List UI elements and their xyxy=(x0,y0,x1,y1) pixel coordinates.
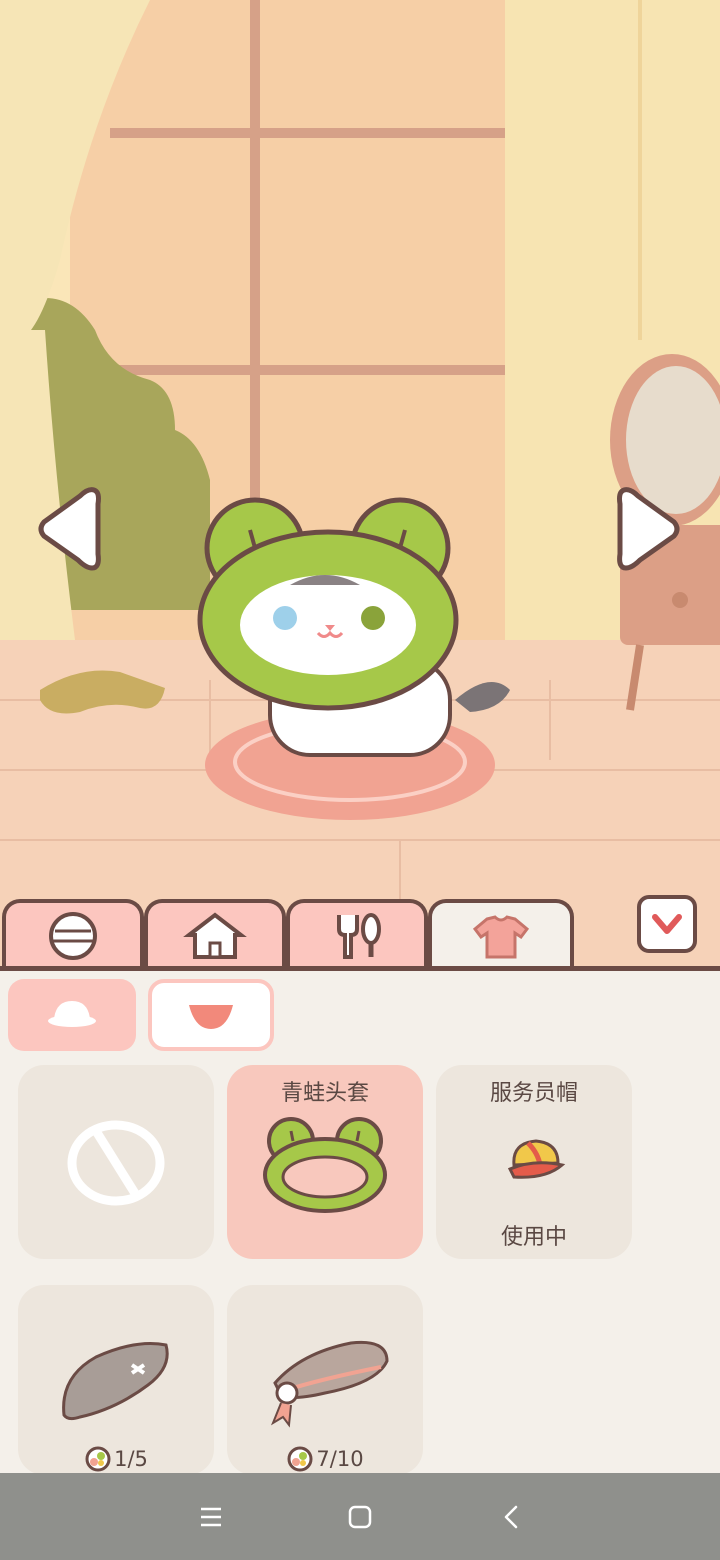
beret-icon xyxy=(62,1342,169,1421)
home-square-icon[interactable] xyxy=(347,1504,373,1530)
chevron-down-icon xyxy=(652,914,682,934)
item-status: 使用中 xyxy=(500,1225,567,1250)
yarn-coin-icon xyxy=(85,1446,111,1472)
room-scene xyxy=(0,0,720,970)
wardrobe-panel: 青蛙头套 服务员帽 使用中 1/5 7/10 xyxy=(0,971,720,1475)
subtab-hats[interactable] xyxy=(8,979,136,1051)
item-price-text: 1/5 xyxy=(114,1447,148,1471)
tab-food[interactable] xyxy=(286,899,428,969)
none-icon xyxy=(67,1120,165,1206)
fork-spoon-icon xyxy=(337,913,381,959)
room-illustration xyxy=(0,0,720,970)
item-price: 1/5 xyxy=(18,1445,214,1473)
tab-yarn[interactable] xyxy=(2,899,144,969)
menu-icon[interactable] xyxy=(198,1505,224,1529)
item-card-beret[interactable]: 1/5 xyxy=(18,1285,214,1475)
bib-icon xyxy=(189,1005,233,1029)
frog-hood-icon xyxy=(263,1117,387,1213)
back-icon[interactable] xyxy=(500,1504,524,1530)
item-card-waiter-cap[interactable]: 服务员帽 使用中 xyxy=(436,1065,632,1259)
item-price: 7/10 xyxy=(227,1445,423,1473)
shirt-icon xyxy=(472,915,530,959)
category-tabbar xyxy=(0,895,720,973)
yarn-coin-icon xyxy=(287,1446,313,1472)
system-navbar xyxy=(0,1473,720,1560)
collapse-panel-button[interactable] xyxy=(637,895,697,953)
house-icon xyxy=(183,912,247,959)
item-title: 青蛙头套 xyxy=(280,1081,369,1106)
item-card-frog-hood[interactable]: 青蛙头套 xyxy=(227,1065,423,1259)
hat-icon xyxy=(48,1001,96,1027)
item-title: 服务员帽 xyxy=(489,1081,578,1106)
waiter-cap-icon xyxy=(507,1139,566,1179)
item-price-text: 7/10 xyxy=(316,1447,364,1471)
tab-outfit[interactable] xyxy=(428,899,574,973)
item-card-headband[interactable]: 7/10 xyxy=(227,1285,423,1475)
headband-icon xyxy=(270,1340,389,1428)
item-card-none[interactable] xyxy=(18,1065,214,1259)
tab-home[interactable] xyxy=(144,899,286,969)
next-arrow-button[interactable] xyxy=(616,484,682,578)
previous-arrow-button[interactable] xyxy=(36,484,102,578)
yarn-ball-icon xyxy=(49,912,97,960)
subtab-neckwear[interactable] xyxy=(148,979,274,1051)
